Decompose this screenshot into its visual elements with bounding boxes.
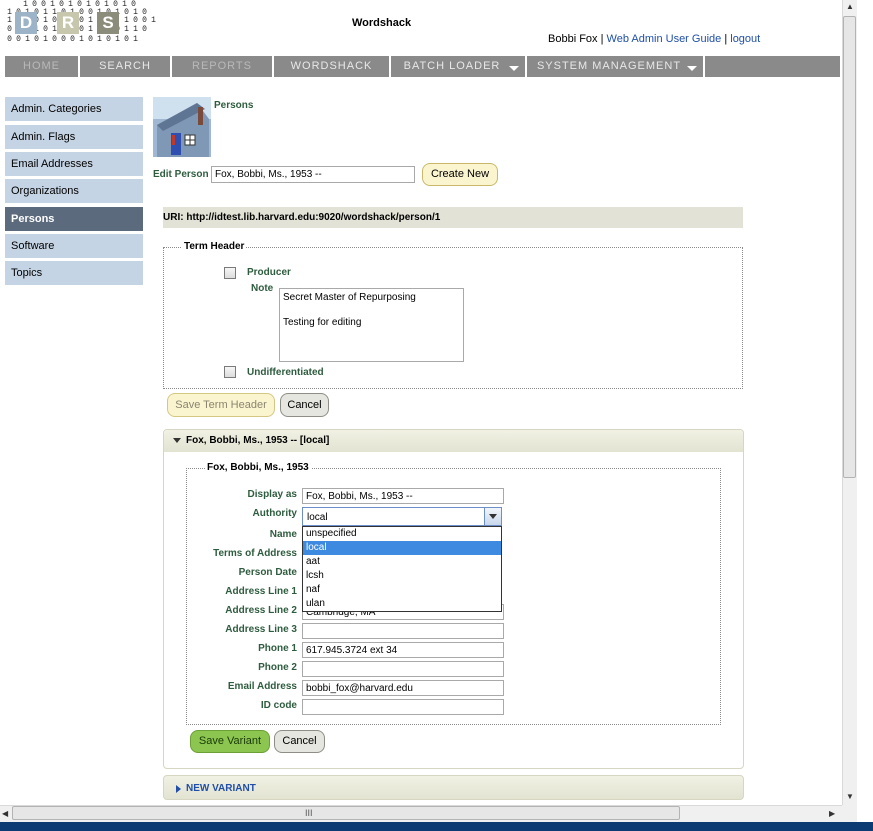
nav-wordshack[interactable]: WORDSHACK: [274, 56, 391, 77]
undifferentiated-checkbox[interactable]: [224, 366, 236, 378]
separator: |: [724, 33, 728, 45]
triangle-right-icon: [176, 785, 181, 793]
logo-letter-d: D: [15, 12, 37, 34]
address2-label: Address Line 2: [225, 605, 297, 616]
dropdown-option-naf[interactable]: naf: [303, 583, 501, 597]
address1-label: Address Line 1: [225, 586, 297, 597]
dropdown-option-lcsh[interactable]: lcsh: [303, 569, 501, 583]
authority-label: Authority: [252, 508, 297, 519]
id-code-label: ID code: [260, 700, 297, 711]
authority-select[interactable]: local: [302, 507, 502, 526]
logo-letter-s: S: [97, 12, 119, 34]
uri-bar: URI: http://idtest.lib.harvard.edu:9020/…: [163, 207, 743, 228]
undifferentiated-label: Undifferentiated: [247, 367, 324, 378]
cancel-variant-button[interactable]: Cancel: [274, 730, 325, 753]
separator: |: [600, 33, 604, 45]
user-name: Bobbi Fox: [548, 33, 598, 45]
scroll-corner: [842, 805, 857, 822]
select-dropdown-button[interactable]: [484, 508, 501, 525]
phone1-input[interactable]: 617.945.3724 ext 34: [302, 642, 504, 658]
producer-label: Producer: [247, 267, 291, 278]
name-label: Name: [269, 529, 297, 540]
note-line: Testing for editing: [283, 317, 362, 328]
triangle-down-icon: [173, 438, 181, 443]
new-variant-label: NEW VARIANT: [186, 783, 256, 794]
main-nav: HOME SEARCH REPORTS WORDSHACK BATCH LOAD…: [5, 56, 840, 77]
phone2-input[interactable]: [302, 661, 504, 677]
nav-batch-loader[interactable]: BATCH LOADER: [391, 56, 527, 77]
window-bottom-edge: [0, 822, 873, 831]
sidebar-item-admin-categories[interactable]: Admin. Categories: [5, 97, 143, 121]
email-input[interactable]: bobbi_fox@harvard.edu: [302, 680, 504, 696]
nav-home[interactable]: HOME: [5, 56, 80, 77]
note-textarea[interactable]: Secret Master of Repurposing Testing for…: [279, 288, 464, 362]
chevron-down-icon: [489, 514, 497, 519]
dropdown-option-local[interactable]: local: [303, 541, 501, 555]
sidebar-item-organizations[interactable]: Organizations: [5, 179, 143, 203]
display-as-input[interactable]: Fox, Bobbi, Ms., 1953 --: [302, 488, 504, 504]
dropdown-option-ulan[interactable]: ulan: [303, 597, 501, 611]
chevron-down-icon: [509, 66, 519, 71]
id-code-input[interactable]: [302, 699, 504, 715]
sidebar-item-admin-flags[interactable]: Admin. Flags: [5, 125, 143, 149]
email-label: Email Address: [227, 681, 297, 692]
address3-input[interactable]: [302, 623, 504, 639]
chevron-down-icon: [687, 66, 697, 71]
logout-link[interactable]: logout: [730, 33, 760, 45]
logo-letter-r: R: [57, 12, 79, 34]
display-as-label: Display as: [247, 489, 297, 500]
dropdown-option-unspecified[interactable]: unspecified: [303, 527, 501, 541]
window-right-edge: [857, 0, 873, 831]
phone1-label: Phone 1: [258, 643, 297, 654]
drs-logo: 1001010101010 1010110100101010 101001110…: [7, 0, 156, 44]
dropdown-option-aat[interactable]: aat: [303, 555, 501, 569]
variant-legend: Fox, Bobbi, Ms., 1953: [205, 462, 311, 473]
create-new-button[interactable]: Create New: [422, 163, 498, 186]
address3-label: Address Line 3: [225, 624, 297, 635]
scroll-right-icon[interactable]: ▶: [829, 809, 835, 818]
user-bar: Bobbi Fox | Web Admin User Guide | logou…: [548, 33, 760, 45]
note-label: Note: [251, 283, 274, 294]
horizontal-scroll-thumb[interactable]: III: [12, 806, 680, 820]
user-guide-link[interactable]: Web Admin User Guide: [607, 33, 722, 45]
producer-checkbox[interactable]: [224, 267, 236, 279]
cancel-term-header-button[interactable]: Cancel: [280, 393, 329, 417]
scroll-left-icon[interactable]: ◀: [2, 809, 8, 818]
uri-text: URI: http://idtest.lib.harvard.edu:9020/…: [163, 212, 441, 223]
phone2-label: Phone 2: [258, 662, 297, 673]
edit-person-label: Edit Person: [153, 169, 209, 180]
vertical-scroll-thumb[interactable]: [843, 16, 856, 478]
nav-system-management[interactable]: SYSTEM MANAGEMENT: [527, 56, 705, 77]
note-line: Secret Master of Repurposing: [283, 292, 416, 303]
app-title: Wordshack: [352, 17, 412, 29]
persons-house-image: [153, 97, 211, 157]
sidebar-item-persons[interactable]: Persons: [5, 207, 143, 231]
term-header-legend: Term Header: [182, 241, 247, 252]
save-term-header-button[interactable]: Save Term Header: [167, 393, 275, 417]
scroll-down-icon[interactable]: ▼: [846, 792, 854, 801]
variant-header-text: Fox, Bobbi, Ms., 1953 -- [local]: [186, 435, 330, 446]
scroll-up-icon[interactable]: ▲: [846, 2, 854, 11]
sidebar-item-software[interactable]: Software: [5, 234, 143, 258]
save-variant-button[interactable]: Save Variant: [190, 730, 270, 753]
scroll-grip-icon: III: [305, 808, 313, 818]
terms-of-address-label: Terms of Address: [213, 548, 297, 559]
nav-search[interactable]: SEARCH: [80, 56, 172, 77]
sidebar-item-email-addresses[interactable]: Email Addresses: [5, 152, 143, 176]
authority-dropdown-list: unspecified local aat lcsh naf ulan: [302, 526, 502, 612]
edit-person-input[interactable]: Fox, Bobbi, Ms., 1953 --: [211, 166, 415, 183]
page-title: Persons: [214, 100, 254, 111]
nav-reports[interactable]: REPORTS: [172, 56, 274, 77]
sidebar-item-topics[interactable]: Topics: [5, 261, 143, 285]
new-variant-accordion[interactable]: NEW VARIANT: [163, 775, 744, 800]
authority-select-value: local: [307, 512, 328, 523]
person-date-label: Person Date: [238, 567, 297, 578]
variant-accordion-header[interactable]: Fox, Bobbi, Ms., 1953 -- [local]: [164, 430, 743, 452]
